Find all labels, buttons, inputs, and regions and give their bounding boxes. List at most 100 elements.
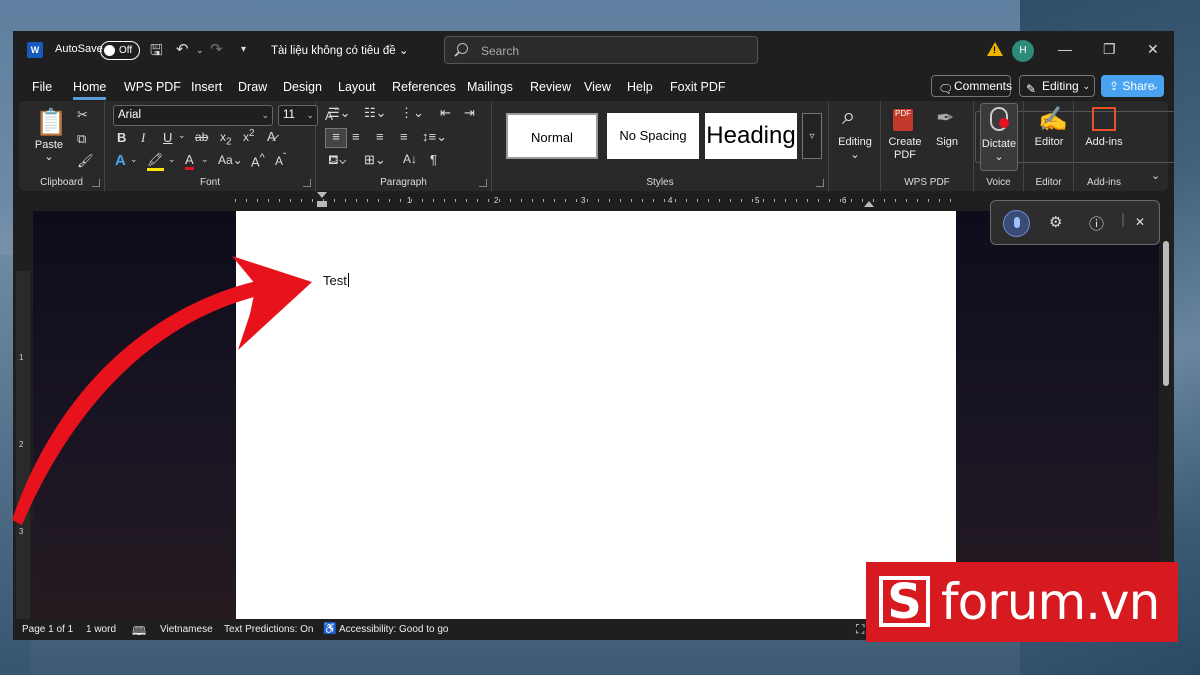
sign-icon[interactable]: ✒: [936, 105, 954, 131]
font-launcher-icon[interactable]: [303, 179, 311, 187]
minimize-icon[interactable]: —: [1058, 41, 1072, 57]
underline-dropdown-icon[interactable]: ⌄: [178, 130, 186, 141]
numbering-icon[interactable]: ☷⌄: [364, 105, 387, 121]
style-heading[interactable]: Heading: [705, 113, 797, 159]
tab-file[interactable]: File: [32, 80, 52, 94]
align-left-icon[interactable]: ≡: [325, 128, 347, 148]
document-page[interactable]: Test: [236, 211, 956, 619]
cut-icon[interactable]: ✂: [77, 107, 88, 123]
dictate-dropdown-icon[interactable]: ⌄: [980, 151, 1018, 164]
save-icon[interactable]: 🖫: [150, 40, 163, 65]
sort-icon[interactable]: A↓: [403, 152, 417, 166]
addins-label[interactable]: Add-ins: [1076, 136, 1132, 149]
focus-mode-icon[interactable]: ⛶: [856, 622, 864, 637]
increase-indent-icon[interactable]: ⇥: [464, 105, 475, 121]
font-name-select[interactable]: Arial ⌄: [113, 105, 273, 126]
editing-mode-button[interactable]: ✎ Editing ⌄: [1019, 75, 1095, 97]
collapse-ribbon-icon[interactable]: ⌄: [1151, 169, 1160, 182]
undo-dropdown-icon[interactable]: ⌄: [196, 45, 204, 56]
left-indent-marker[interactable]: [317, 201, 327, 207]
page-count-status[interactable]: Page 1 of 1: [22, 624, 73, 635]
decrease-indent-icon[interactable]: ⇤: [440, 105, 451, 121]
paste-dropdown-icon[interactable]: ⌄: [43, 151, 55, 164]
tab-review[interactable]: Review: [530, 80, 571, 94]
multilevel-list-icon[interactable]: ⋮⌄: [400, 105, 424, 121]
editing-label[interactable]: Editing: [831, 136, 879, 149]
highlight-dropdown-icon[interactable]: ⌄: [168, 154, 176, 165]
show-formatting-icon[interactable]: ¶: [430, 152, 437, 167]
align-center-icon[interactable]: ≡: [352, 129, 360, 144]
warning-icon[interactable]: !: [987, 42, 1003, 56]
justify-icon[interactable]: ≡: [400, 129, 408, 144]
find-icon[interactable]: ⌕: [842, 103, 855, 131]
font-color-icon[interactable]: A: [185, 152, 194, 170]
tab-view[interactable]: View: [584, 80, 611, 94]
tab-home[interactable]: Home: [73, 80, 107, 100]
paste-icon[interactable]: 📋: [35, 107, 67, 138]
document-text[interactable]: Test: [323, 273, 349, 288]
editor-label[interactable]: Editor: [1026, 136, 1072, 149]
tab-wps-pdf[interactable]: WPS PDF: [124, 80, 181, 94]
vertical-scrollbar[interactable]: [1163, 241, 1169, 386]
sign-label[interactable]: Sign: [929, 136, 965, 149]
format-painter-icon[interactable]: 🖌: [77, 153, 94, 169]
styles-launcher-icon[interactable]: [816, 179, 824, 187]
styles-more-icon[interactable]: ▿: [802, 113, 822, 159]
create-pdf-button[interactable]: Create PDF: [885, 136, 925, 162]
font-size-select[interactable]: 11 ⌄: [278, 105, 318, 126]
paragraph-launcher-icon[interactable]: [479, 179, 487, 187]
document-title[interactable]: Tài liệu không có tiêu đề ⌄: [271, 43, 409, 57]
search-box[interactable]: Search: [444, 36, 758, 64]
tab-insert[interactable]: Insert: [191, 80, 222, 94]
tab-foxit-pdf[interactable]: Foxit PDF: [670, 80, 726, 94]
clear-formatting-icon[interactable]: A̷: [267, 129, 276, 144]
close-icon[interactable]: ✕: [1147, 41, 1159, 58]
grow-font-icon[interactable]: A^: [251, 152, 265, 169]
align-right-icon[interactable]: ≡: [376, 129, 384, 144]
customize-quick-access-icon[interactable]: ▾: [241, 44, 246, 55]
editing-dropdown-icon[interactable]: ⌄: [831, 149, 879, 162]
language-status[interactable]: Vietnamese: [160, 624, 213, 635]
text-predictions-status[interactable]: Text Predictions: On: [224, 624, 313, 635]
tab-help[interactable]: Help: [627, 80, 653, 94]
addins-icon[interactable]: [1092, 107, 1116, 131]
tab-layout[interactable]: Layout: [338, 80, 376, 94]
bold-icon[interactable]: B: [117, 130, 126, 145]
change-case-icon[interactable]: Aa⌄: [218, 153, 243, 167]
editor-icon[interactable]: ✍: [1038, 105, 1068, 134]
accessibility-status[interactable]: Accessibility: Good to go: [339, 624, 449, 635]
undo-icon[interactable]: ↶: [176, 40, 189, 58]
bullets-icon[interactable]: ☰⌄: [328, 105, 351, 121]
comments-button[interactable]: 🗨 Comments: [931, 75, 1012, 97]
shading-icon[interactable]: ⛾⌄: [328, 152, 347, 170]
line-spacing-icon[interactable]: ↕≡⌄: [422, 129, 447, 145]
close-icon[interactable]: ✕: [1135, 215, 1145, 229]
restore-icon[interactable]: ❐: [1103, 41, 1116, 58]
pdf-file-icon[interactable]: PDF: [893, 109, 913, 131]
borders-icon[interactable]: ⊞⌄: [364, 152, 386, 168]
superscript-icon[interactable]: x2: [243, 128, 255, 144]
autosave-toggle[interactable]: Off: [100, 41, 140, 60]
tab-mailings[interactable]: Mailings: [467, 80, 513, 94]
share-button[interactable]: ⇪ Share ⌄: [1101, 75, 1164, 97]
dictation-mic-button[interactable]: [1003, 210, 1030, 237]
shrink-font-icon[interactable]: Aˇ: [275, 152, 286, 168]
avatar[interactable]: H: [1012, 40, 1034, 62]
copy-icon[interactable]: ⧉: [77, 131, 86, 147]
redo-icon[interactable]: ↷: [210, 40, 223, 58]
underline-icon[interactable]: U: [163, 130, 172, 145]
style-no-spacing[interactable]: No Spacing: [607, 113, 699, 159]
tab-design[interactable]: Design: [283, 80, 322, 94]
settings-gear-icon[interactable]: ⚙: [1049, 213, 1062, 231]
italic-icon[interactable]: I: [141, 130, 145, 146]
clipboard-launcher-icon[interactable]: [92, 179, 100, 187]
tab-draw[interactable]: Draw: [238, 80, 267, 94]
highlight-icon[interactable]: 🖍: [147, 152, 164, 171]
proofing-icon[interactable]: 🕮: [132, 622, 146, 640]
style-normal[interactable]: Normal: [506, 113, 598, 159]
text-effects-dropdown-icon[interactable]: ⌄: [130, 154, 138, 165]
font-color-dropdown-icon[interactable]: ⌄: [201, 154, 209, 165]
text-effects-icon[interactable]: A: [115, 152, 126, 169]
subscript-icon[interactable]: x2: [220, 130, 232, 147]
word-count-status[interactable]: 1 word: [86, 624, 116, 635]
